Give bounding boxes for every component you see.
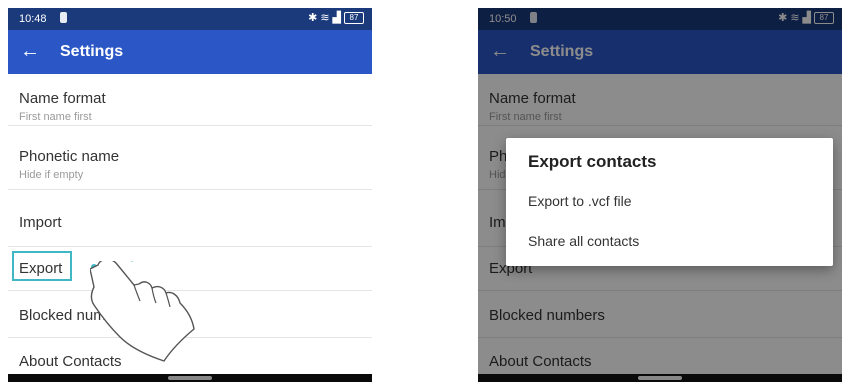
settings-item-phonetic-name[interactable]: Phonetic name Hide if empty <box>8 126 372 190</box>
navigation-bar <box>8 374 372 382</box>
home-indicator[interactable] <box>168 376 212 380</box>
battery-level: 87 <box>349 13 359 22</box>
option-label: Share all contacts <box>528 233 640 249</box>
settings-item-import[interactable]: Import <box>8 190 372 247</box>
tap-hand-icon <box>90 261 195 362</box>
item-title: Phonetic name <box>19 148 120 165</box>
system-icons: ✱ ≋ ▟ 87 <box>308 11 364 24</box>
page-title: Settings <box>60 43 124 60</box>
home-indicator[interactable] <box>638 376 682 380</box>
signal-icon: ▟ <box>332 12 341 24</box>
export-to-vcf-option[interactable]: Export to .vcf file <box>506 183 833 219</box>
settings-item-name-format[interactable]: Name format First name first <box>8 74 372 126</box>
arrow-back-icon[interactable]: ← <box>20 40 40 62</box>
item-title: Import <box>19 214 62 231</box>
app-bar: ← Settings <box>8 30 372 74</box>
item-title: Name format <box>19 90 106 107</box>
item-subtitle: Hide if empty <box>19 169 84 181</box>
status-time: 10:48 <box>19 13 47 25</box>
bluetooth-icon: ✱ <box>308 12 318 24</box>
phone-screen-right: 10:50 ✱ ≋ ▟ 87 ← Settings Name format Fi… <box>478 8 842 382</box>
item-subtitle: First name first <box>19 111 92 123</box>
status-bar: 10:48 ✱ ≋ ▟ 87 <box>8 8 372 30</box>
dialog-title: Export contacts <box>528 152 657 171</box>
export-highlight-box <box>12 251 72 281</box>
navigation-bar <box>478 374 842 382</box>
option-label: Export to .vcf file <box>528 193 632 209</box>
share-all-contacts-option[interactable]: Share all contacts <box>506 223 833 259</box>
notification-icon <box>60 12 67 23</box>
wifi-icon: ≋ <box>320 12 330 24</box>
battery-icon: 87 <box>344 11 364 24</box>
phone-screen-left: 10:48 ✱ ≋ ▟ 87 ← Settings Name format Fi… <box>8 8 372 382</box>
export-contacts-dialog: Export contacts Export to .vcf file Shar… <box>506 138 833 266</box>
